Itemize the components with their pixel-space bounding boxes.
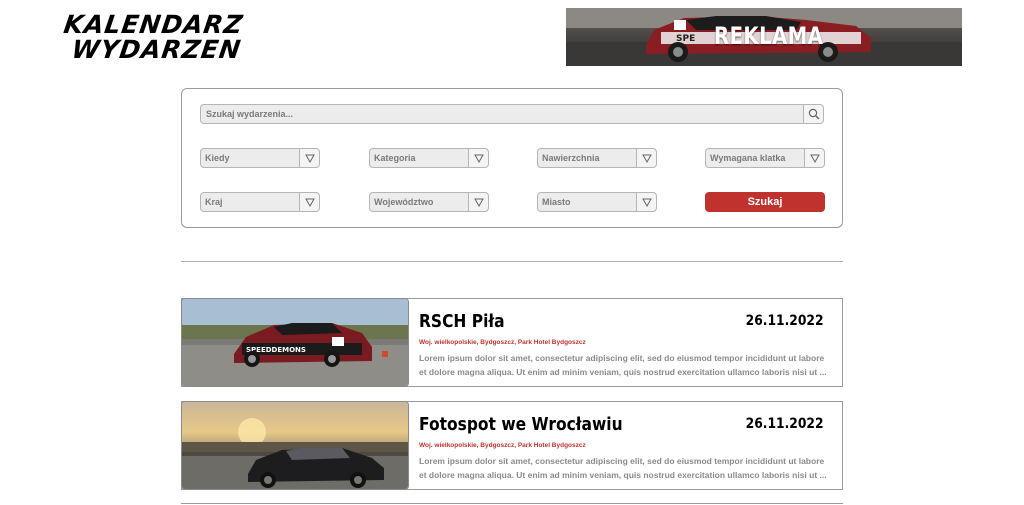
filter-kraj[interactable]: Kraj [200,192,320,212]
filter-kiedy[interactable]: Kiedy [200,148,320,168]
search-panel: Kiedy Kategoria Nawierzchnia Wymagana kl… [181,88,843,228]
event-description: Lorem ipsum dolor sit amet, consectetur … [419,353,827,377]
event-title[interactable]: Fotospot we Wrocławiu [419,414,623,435]
filter-label: Kiedy [205,153,230,163]
event-title[interactable]: RSCH Piła [419,311,505,332]
filter-wojewodztwo[interactable]: Województwo [369,192,489,212]
event-image-rally-car: SPEEDDEMONS [182,299,408,386]
filter-label: Nawierzchnia [542,153,600,163]
search-button[interactable] [803,105,823,123]
dropdown-toggle[interactable] [299,149,319,167]
event-card[interactable]: SPEEDDEMONS RSCH Piła 26.11.2022 Woj. wi… [181,298,843,387]
ad-banner[interactable]: SPE REKLAMA [566,8,962,66]
filter-label: Wymagana klatka [710,153,786,163]
event-thumbnail[interactable]: SPEEDDEMONS [181,298,409,387]
filter-label: Województwo [374,197,434,207]
logo-line-2: WYDARZEN [69,35,244,64]
event-location: Woj. wielkopolskie, Bydgoszcz, Park Hote… [419,339,586,346]
chevron-down-icon [474,198,484,207]
event-description: Lorem ipsum dolor sit amet, consectetur … [419,456,827,480]
filter-label: Kategoria [374,153,416,163]
search-submit-button[interactable]: Szukaj [705,192,825,212]
event-image-sunset-car [182,402,408,489]
filter-kategoria[interactable]: Kategoria [369,148,489,168]
dropdown-toggle[interactable] [636,193,656,211]
dropdown-toggle[interactable] [468,149,488,167]
site-logo[interactable]: KALENDARZ WYDARZEN [61,10,246,64]
chevron-down-icon [642,198,652,207]
event-location: Woj. wielkopolskie, Bydgoszcz, Park Hote… [419,442,586,449]
search-icon [808,108,820,120]
filter-wymagana-klatka[interactable]: Wymagana klatka [705,148,825,168]
filter-nawierzchnia[interactable]: Nawierzchnia [537,148,657,168]
chevron-down-icon [810,154,820,163]
filter-miasto[interactable]: Miasto [537,192,657,212]
dropdown-toggle[interactable] [468,193,488,211]
chevron-down-icon [474,154,484,163]
filter-label: Miasto [542,197,571,207]
section-divider [181,261,843,262]
dropdown-toggle[interactable] [636,149,656,167]
search-bar [200,104,824,124]
next-card-edge [181,503,843,504]
event-card[interactable]: Fotospot we Wrocławiu 26.11.2022 Woj. wi… [181,401,843,490]
ad-label: REKLAMA [714,22,824,50]
dropdown-toggle[interactable] [804,149,824,167]
chevron-down-icon [305,198,315,207]
event-date: 26.11.2022 [746,416,824,432]
chevron-down-icon [305,154,315,163]
dropdown-toggle[interactable] [299,193,319,211]
logo-line-1: KALENDARZ [61,10,246,39]
event-date: 26.11.2022 [746,313,824,329]
chevron-down-icon [642,154,652,163]
event-thumbnail[interactable] [181,401,409,490]
search-input[interactable] [201,105,801,123]
filter-label: Kraj [205,197,223,207]
